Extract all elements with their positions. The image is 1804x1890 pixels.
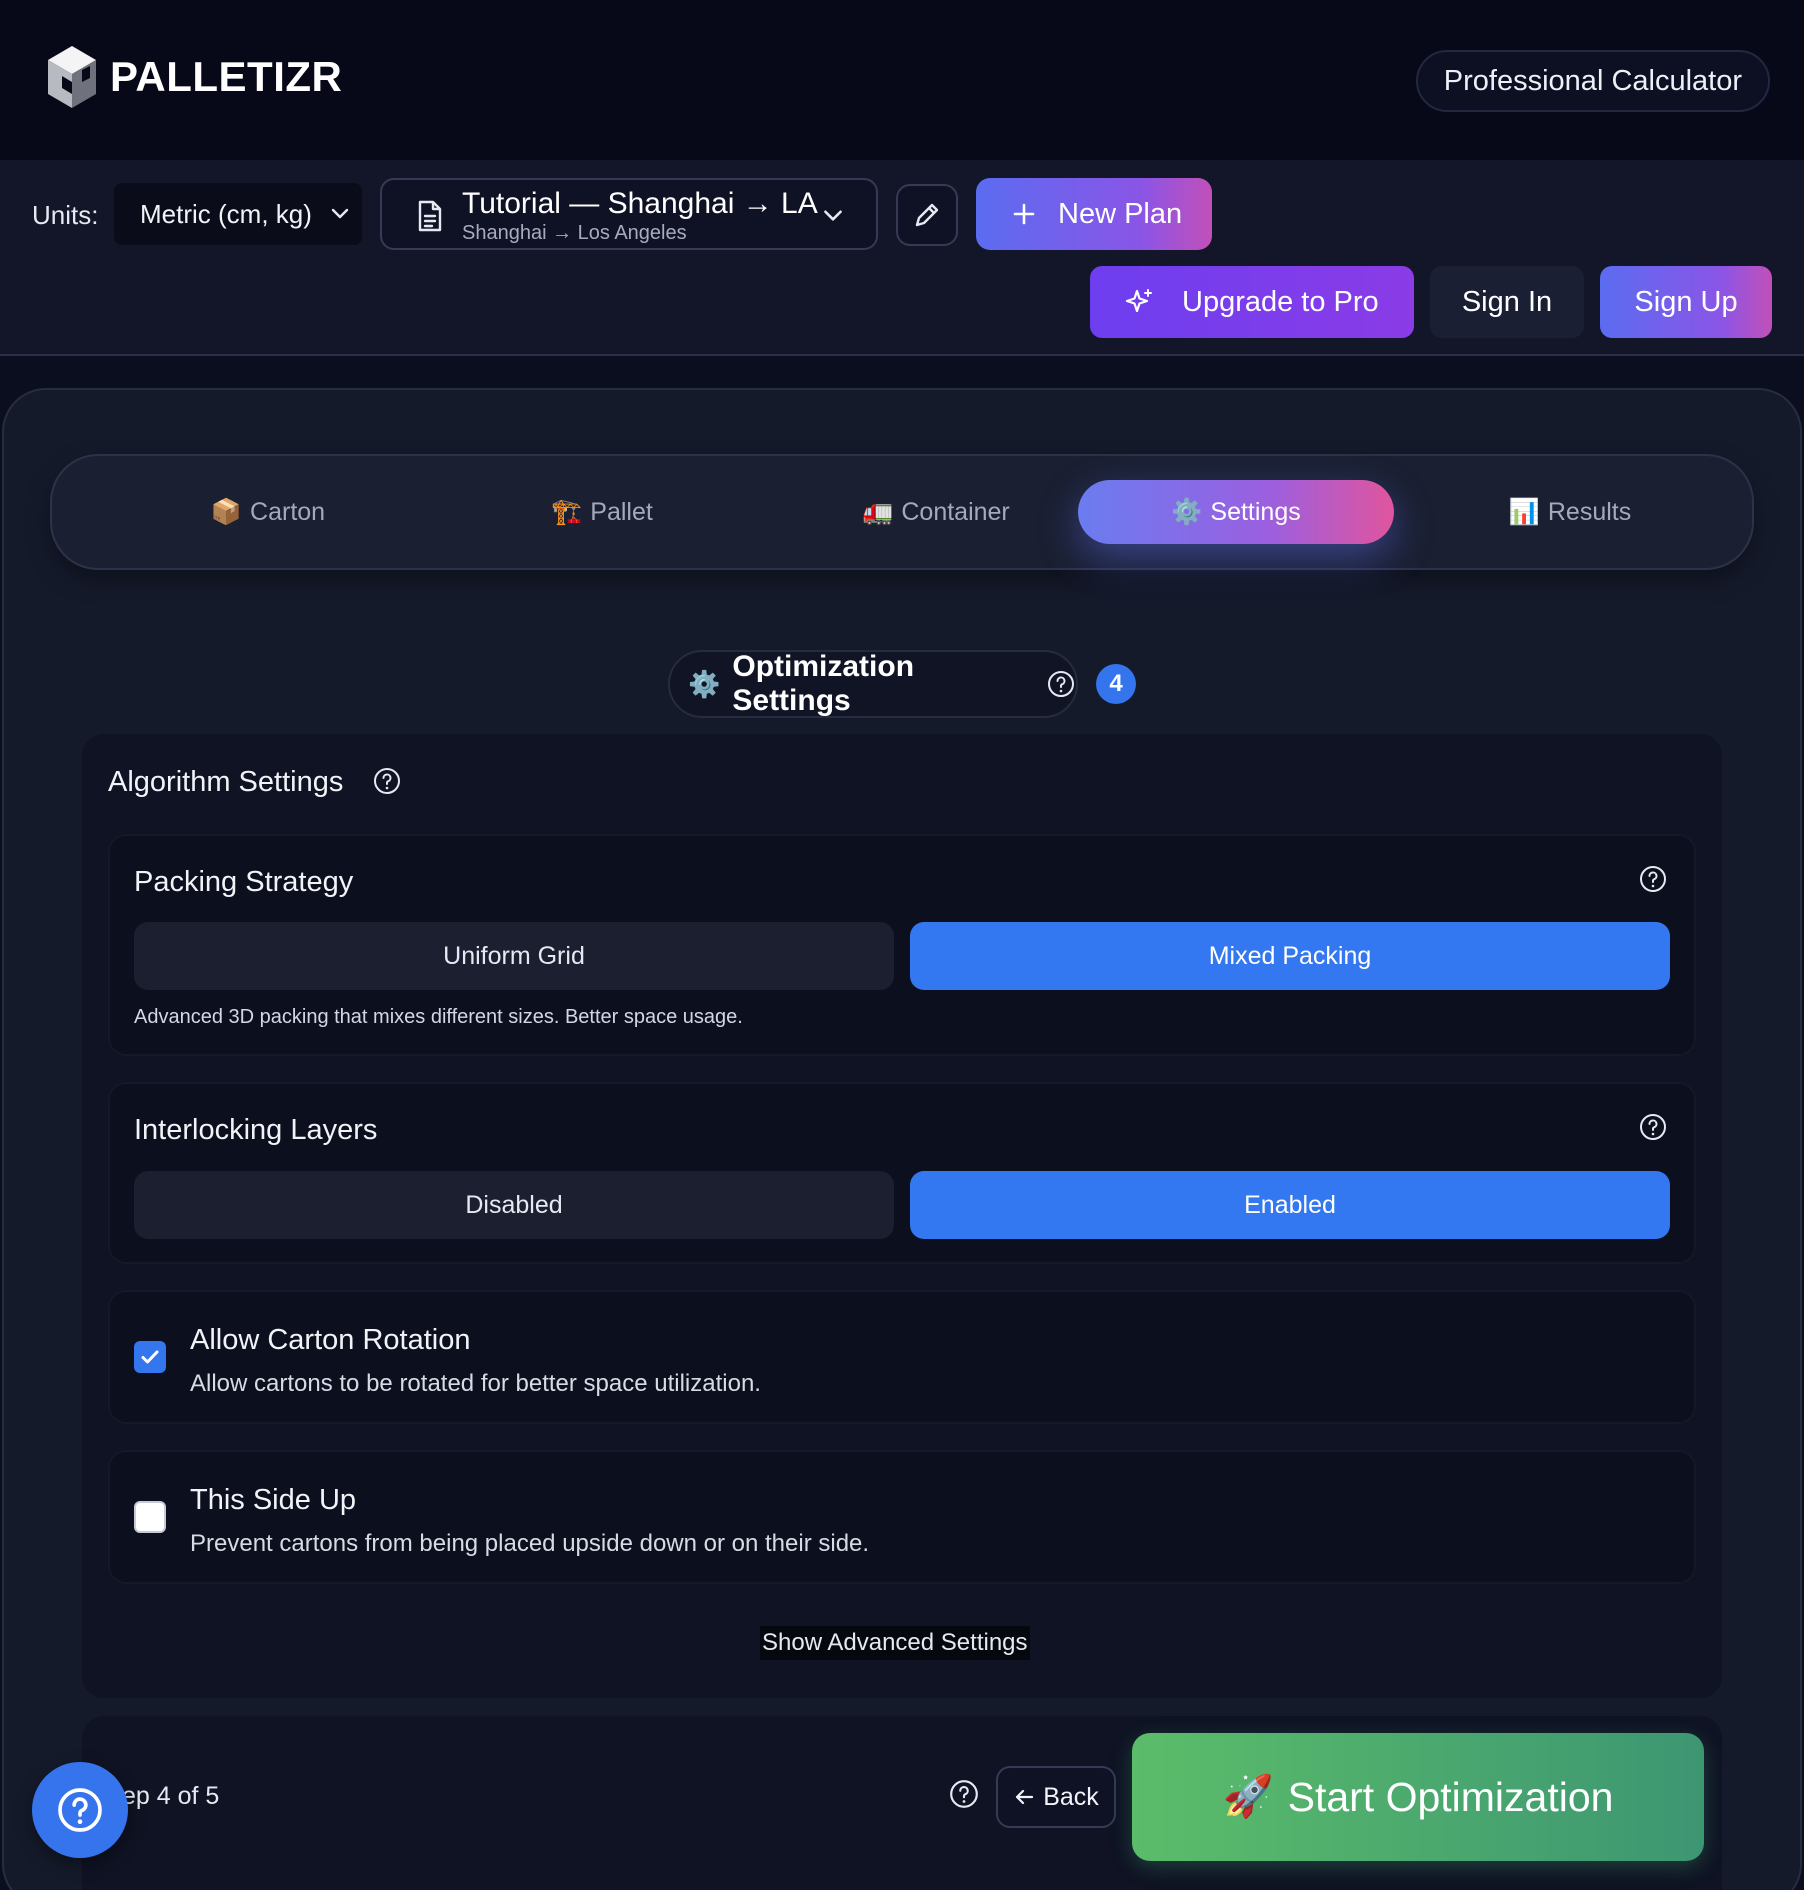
sign-up-button[interactable]: Sign Up [1600, 266, 1772, 338]
tab-label: Results [1547, 497, 1632, 526]
sign-in-button[interactable]: Sign In [1430, 266, 1584, 338]
chevron-down-icon [820, 202, 846, 228]
start-optimization-label: Start Optimization [1287, 1773, 1614, 1820]
step-tabs: 📦 Carton 🏗️ Pallet 🚛 Container ⚙️ Settin… [50, 454, 1754, 570]
plus-icon [1012, 202, 1036, 226]
help-icon[interactable] [1638, 864, 1668, 894]
tab-carton[interactable]: 📦 Carton [110, 480, 426, 544]
algorithm-settings-title: Algorithm Settings [108, 766, 344, 798]
this-side-up-checkbox[interactable] [134, 1501, 166, 1533]
crane-icon: 🏗️ [551, 497, 583, 526]
brand-logo[interactable]: PALLETIZR [44, 44, 342, 110]
arrow-left-icon [1013, 1786, 1035, 1808]
rocket-icon: 🚀 [1222, 1773, 1274, 1819]
sparkles-icon [1124, 287, 1154, 317]
carton-rotation-card [108, 1290, 1696, 1424]
this-side-up-title: This Side Up [190, 1484, 357, 1516]
help-icon[interactable] [1046, 669, 1076, 699]
help-icon[interactable] [1638, 1112, 1668, 1142]
plan-title: Tutorial — Shanghai → LA [462, 187, 818, 220]
carton-rotation-title: Allow Carton Rotation [190, 1324, 471, 1356]
units-value: Metric (cm, kg) [140, 198, 312, 229]
professional-calculator-badge: Professional Calculator [1415, 50, 1770, 112]
help-icon[interactable] [948, 1778, 980, 1810]
cube-logo-icon [44, 44, 100, 110]
packing-strategy-title: Packing Strategy [134, 866, 354, 898]
start-optimization-button[interactable]: 🚀 Start Optimization [1132, 1733, 1704, 1861]
checkmark-icon [138, 1345, 162, 1369]
pencil-icon [911, 199, 943, 231]
new-plan-button[interactable]: New Plan [976, 178, 1212, 250]
back-button[interactable]: Back [996, 1766, 1116, 1828]
help-fab-button[interactable] [32, 1762, 128, 1858]
tab-label: Container [901, 497, 1010, 526]
tab-label: Pallet [590, 497, 653, 526]
edit-plan-button[interactable] [896, 184, 958, 246]
interlocking-layers-title: Interlocking Layers [134, 1114, 378, 1146]
truck-icon: 🚛 [862, 497, 894, 526]
help-icon [55, 1785, 105, 1835]
tab-pallet[interactable]: 🏗️ Pallet [444, 480, 760, 544]
uniform-grid-option[interactable]: Uniform Grid [134, 922, 894, 990]
new-plan-label: New Plan [1058, 197, 1183, 230]
tab-settings[interactable]: ⚙️ Settings [1078, 480, 1394, 544]
this-side-up-card [108, 1450, 1696, 1584]
brand-name: PALLETIZR [110, 53, 343, 100]
units-select[interactable]: Metric (cm, kg) [114, 183, 362, 245]
document-icon [416, 200, 444, 232]
tab-label: Settings [1210, 497, 1301, 526]
section-header: ⚙️ Optimization Settings [668, 650, 1078, 718]
plan-subtitle: Shanghai → Los Angeles [462, 222, 687, 244]
step-number-badge: 4 [1096, 664, 1136, 704]
plan-select[interactable]: Tutorial — Shanghai → LA Shanghai → Los … [380, 178, 878, 250]
section-title: Optimization Settings [732, 650, 915, 717]
tab-label: Carton [250, 497, 326, 526]
carton-rotation-description: Allow cartons to be rotated for better s… [190, 1370, 761, 1397]
units-label: Units: [32, 200, 99, 230]
back-label: Back [1043, 1782, 1099, 1811]
show-advanced-settings-link[interactable]: Show Advanced Settings [760, 1626, 1030, 1660]
this-side-up-description: Prevent cartons from being placed upside… [190, 1530, 870, 1557]
interlocking-disabled-option[interactable]: Disabled [134, 1171, 894, 1239]
help-icon[interactable] [372, 766, 402, 796]
interlocking-enabled-option[interactable]: Enabled [910, 1171, 1670, 1239]
step-indicator: ep 4 of 5 [122, 1782, 220, 1810]
packing-strategy-description: Advanced 3D packing that mixes different… [134, 1006, 743, 1028]
chevron-down-icon [328, 201, 352, 225]
package-icon: 📦 [210, 497, 243, 526]
gear-icon: ⚙️ [1171, 497, 1203, 526]
bar-chart-icon: 📊 [1508, 497, 1540, 526]
gear-icon: ⚙️ [688, 668, 721, 699]
mixed-packing-option[interactable]: Mixed Packing [910, 922, 1670, 990]
upgrade-to-pro-button[interactable]: Upgrade to Pro [1090, 266, 1414, 338]
tab-container[interactable]: 🚛 Container [778, 480, 1094, 544]
upgrade-label: Upgrade to Pro [1182, 285, 1379, 318]
carton-rotation-checkbox[interactable] [134, 1341, 166, 1373]
tab-results[interactable]: 📊 Results [1412, 480, 1728, 544]
